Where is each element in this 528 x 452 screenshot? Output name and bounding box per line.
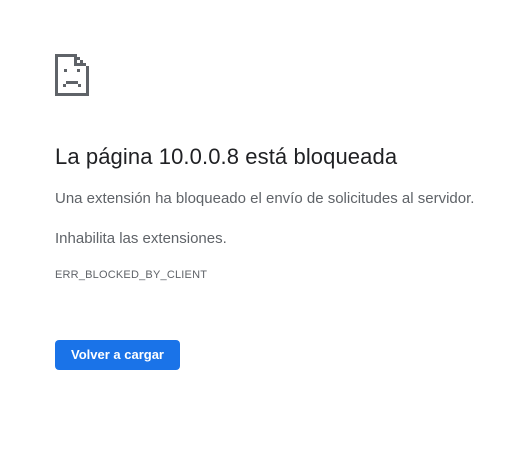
reload-button[interactable]: Volver a cargar (55, 340, 180, 370)
error-message: Una extensión ha bloqueado el envío de s… (55, 190, 475, 207)
error-code: ERR_BLOCKED_BY_CLIENT (55, 269, 208, 281)
page-title: La página 10.0.0.8 está bloqueada (55, 144, 398, 169)
sad-document-icon (55, 54, 89, 96)
error-suggestion: Inhabilita las extensiones. (55, 230, 227, 247)
error-page: La página 10.0.0.8 está bloqueada Una ex… (0, 0, 528, 452)
